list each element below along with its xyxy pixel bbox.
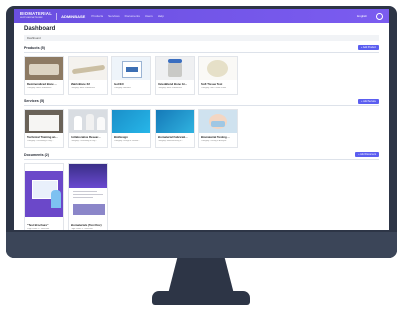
service-thumbnail: [199, 110, 237, 133]
monitor-stand-neck: [168, 258, 234, 294]
main-nav: Products Services Documents Users Help: [91, 14, 164, 18]
nav-item-help[interactable]: Help: [158, 14, 164, 18]
documents-title: Documents (2): [24, 152, 49, 157]
service-card[interactable]: Technical Training an... Category: Consu…: [24, 109, 64, 148]
nav-item-users[interactable]: Users: [145, 14, 153, 18]
page-title: Dashboard: [24, 26, 56, 32]
product-category: Category: Bone Substitutes: [157, 86, 182, 89]
nav-item-documents[interactable]: Documents: [125, 14, 140, 18]
service-category: Category: Manufacturing &...: [157, 140, 183, 142]
nav-item-products[interactable]: Products: [91, 14, 103, 18]
brand-logo[interactable]: BIOMATERIAL SUPPLIER NETWORK: [20, 11, 52, 20]
service-card[interactable]: Biomaterial Testing ... Category: Testin…: [198, 109, 238, 148]
service-card[interactable]: Biomaterial Fabricati... Category: Manuf…: [154, 109, 195, 148]
service-name: Technical Training an...: [27, 135, 58, 139]
monitor-screen: BIOMATERIAL SUPPLIER NETWORK ADMINBASE P…: [14, 9, 389, 230]
document-name: "Test Brochure": [27, 222, 49, 227]
product-name: IsoCEll: [114, 81, 124, 86]
product-name: Soft Tissue Test: [201, 81, 223, 86]
service-thumbnail: [112, 110, 150, 133]
product-card[interactable]: IsoCEll Category: Biocides: [111, 55, 151, 95]
product-thumbnail: [112, 56, 150, 80]
product-name: MatrixBone X2: [70, 81, 90, 86]
header-right: English: [357, 12, 383, 20]
service-thumbnail: [155, 110, 194, 133]
product-card[interactable]: Demineralized Bone ... Category: Bone Su…: [24, 55, 64, 95]
service-category: Category: Design & Develo...: [114, 140, 140, 142]
portal-name: ADMINBASE: [61, 13, 86, 19]
documents-header: Documents (2) + Add Document: [24, 152, 379, 160]
products-title: Products (5): [24, 45, 45, 50]
service-card[interactable]: BioDesign Category: Design & Develo...: [111, 109, 151, 148]
service-name: Biomaterial Testing ...: [201, 135, 230, 139]
products-section: Products (5) + Add Product Demineralized…: [24, 45, 379, 95]
add-document-button[interactable]: + Add Document: [355, 152, 379, 157]
product-card[interactable]: Soft Tissue Test Category: Soft Tissue G…: [198, 55, 238, 95]
service-name: BioDesign: [114, 135, 128, 139]
product-category: Category: Bone Substitutes: [27, 86, 52, 89]
nav-item-services[interactable]: Services: [108, 14, 120, 18]
document-card[interactable]: Biomaterials (Test Doc) Page count: 6 · …: [67, 162, 108, 230]
header-divider: [56, 12, 58, 20]
services-list: Technical Training an... Category: Consu…: [24, 109, 379, 148]
product-category: Category: Soft Tissue Grafts: [201, 86, 227, 89]
document-meta: Page count: 8 · Brochure: [27, 227, 50, 230]
services-header: Services (5) + Add Service: [24, 98, 379, 106]
language-selector[interactable]: English: [357, 14, 367, 18]
service-thumbnail: [68, 110, 107, 133]
service-category: Category: Testing & Analysis: [201, 140, 227, 142]
products-header: Products (5) + Add Product: [24, 45, 379, 53]
product-thumbnail: [199, 56, 237, 80]
document-card[interactable]: "Test Brochure" Page count: 8 · Brochure: [24, 162, 64, 230]
products-list: Demineralized Bone ... Category: Bone Su…: [24, 55, 379, 95]
document-name: Biomaterials (Test Doc): [70, 222, 102, 227]
add-service-button[interactable]: + Add Service: [358, 98, 379, 104]
service-card[interactable]: Collaborative Resear... Category: Consul…: [67, 109, 108, 148]
service-thumbnail: [25, 110, 63, 133]
service-name: Biomaterial Fabricati...: [157, 135, 188, 139]
user-icon[interactable]: [376, 12, 383, 20]
product-category: Category: Biocides: [114, 86, 131, 89]
breadcrumb: Dashboard: [24, 35, 379, 41]
dashboard-content: Dashboard Dashboard Products (5) + Add P…: [14, 23, 389, 230]
product-thumbnail: [25, 56, 63, 80]
services-title: Services (5): [24, 99, 45, 103]
services-section: Services (5) + Add Service Technical Tra…: [24, 98, 379, 148]
monitor-chin: [6, 232, 397, 258]
service-category: Category: Consulting & Reg...: [70, 140, 97, 142]
product-thumbnail: [155, 56, 194, 80]
document-thumbnail: [68, 163, 107, 221]
add-product-button[interactable]: + Add Product: [357, 45, 379, 50]
product-thumbnail: [68, 56, 107, 80]
product-name: Demineralized Bone ...: [27, 81, 57, 86]
app-header: BIOMATERIAL SUPPLIER NETWORK ADMINBASE P…: [14, 9, 389, 23]
document-thumbnail: [25, 163, 63, 221]
service-category: Category: Consulting & Reg...: [27, 140, 54, 142]
product-card[interactable]: MatrixBone X2 Category: Bone Substitutes: [67, 55, 108, 95]
product-category: Category: Bone Substitutes: [70, 86, 95, 89]
service-name: Collaborative Resear...: [70, 135, 101, 139]
document-meta: Page count: 6 · Brochure: [70, 227, 93, 230]
brand-subtitle: SUPPLIER NETWORK: [20, 17, 43, 19]
product-name: OsteoBlend Bone Gr...: [157, 81, 188, 86]
monitor-stand-base: [152, 291, 250, 305]
product-card[interactable]: OsteoBlend Bone Gr... Category: Bone Sub…: [154, 55, 195, 95]
documents-list: "Test Brochure" Page count: 8 · Brochure…: [24, 162, 379, 230]
documents-section: Documents (2) + Add Document "Test Broch…: [24, 152, 379, 230]
breadcrumb-item[interactable]: Dashboard: [27, 36, 41, 40]
